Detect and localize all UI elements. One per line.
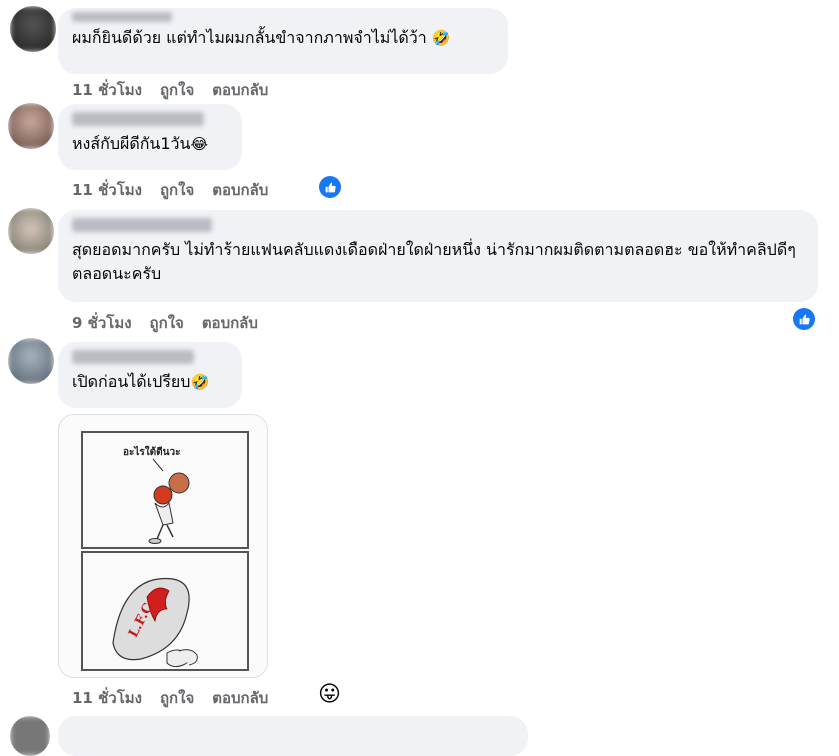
like-button[interactable]: ถูกใจ bbox=[160, 178, 194, 202]
like-button[interactable]: ถูกใจ bbox=[150, 311, 184, 335]
comment-time[interactable]: 11 ชั่วโมง bbox=[72, 78, 142, 102]
comment-bubble: ผมก็ยินดีด้วย แต่ทำไมผมกลั้นขำจากภาพจำไม… bbox=[58, 8, 508, 74]
thumbs-up-icon[interactable] bbox=[319, 176, 341, 198]
reply-button[interactable]: ตอบกลับ bbox=[212, 686, 268, 710]
commenter-name[interactable] bbox=[72, 218, 212, 232]
commenter-name[interactable] bbox=[72, 12, 172, 22]
meme-top-panel: อะไรใต้ตีนวะ bbox=[81, 431, 249, 549]
comment-text: เปิดก่อนได้เปรียบ bbox=[72, 372, 191, 391]
tears-of-joy-emoji: 😂 bbox=[190, 135, 208, 153]
avatar[interactable] bbox=[8, 338, 54, 384]
like-button[interactable]: ถูกใจ bbox=[160, 78, 194, 102]
meme-figure-illustration bbox=[148, 458, 190, 544]
commenter-name[interactable] bbox=[72, 112, 204, 126]
commenter-name[interactable] bbox=[72, 350, 194, 364]
avatar[interactable] bbox=[10, 6, 56, 52]
reply-button[interactable]: ตอบกลับ bbox=[212, 178, 268, 202]
comment-actions: 9 ชั่วโมง ถูกใจ ตอบกลับ bbox=[72, 311, 276, 335]
comment-image-attachment[interactable]: อะไรใต้ตีนวะ L.F.C bbox=[58, 414, 268, 678]
comment-time[interactable]: 11 ชั่วโมง bbox=[72, 686, 142, 710]
meme-bottom-panel: L.F.C bbox=[81, 551, 249, 671]
comment-actions: 11 ชั่วโมง ถูกใจ ตอบกลับ bbox=[72, 178, 286, 202]
avatar[interactable] bbox=[8, 208, 54, 254]
comment-text: หงส์กับผีดีกัน1วัน bbox=[72, 134, 191, 153]
comment-time[interactable]: 11 ชั่วโมง bbox=[72, 178, 142, 202]
grinning-face-icon[interactable]: 😛 bbox=[318, 682, 341, 707]
comment-text: สุดยอดมากครับ ไม่ทำร้ายแฟนคลับแดงเดือดฝ่… bbox=[72, 240, 796, 283]
comment-actions: 11 ชั่วโมง ถูกใจ ตอบกลับ bbox=[72, 78, 286, 102]
comment-bubble: เปิดก่อนได้เปรียบ🤣 bbox=[58, 342, 242, 408]
comment-text: ผมก็ยินดีด้วย แต่ทำไมผมกลั้นขำจากภาพจำไม… bbox=[72, 28, 427, 47]
avatar[interactable] bbox=[8, 103, 54, 149]
comment-bubble: สุดยอดมากครับ ไม่ทำร้ายแฟนคลับแดงเดือดฝ่… bbox=[58, 210, 818, 302]
comment-actions: 11 ชั่วโมง ถูกใจ ตอบกลับ bbox=[72, 686, 286, 710]
thumbs-up-icon[interactable] bbox=[793, 308, 815, 330]
comment-bubble: หงส์กับผีดีกัน1วัน😂 bbox=[58, 104, 242, 170]
rofl-emoji: 🤣 bbox=[190, 373, 210, 391]
avatar[interactable] bbox=[10, 716, 50, 756]
comment-bubble bbox=[58, 716, 528, 756]
reply-button[interactable]: ตอบกลับ bbox=[212, 78, 268, 102]
meme-shoe-illustration bbox=[112, 577, 198, 668]
reply-button[interactable]: ตอบกลับ bbox=[202, 311, 258, 335]
comment-time[interactable]: 9 ชั่วโมง bbox=[72, 311, 132, 335]
rofl-emoji: 🤣 bbox=[431, 29, 451, 47]
like-button[interactable]: ถูกใจ bbox=[160, 686, 194, 710]
